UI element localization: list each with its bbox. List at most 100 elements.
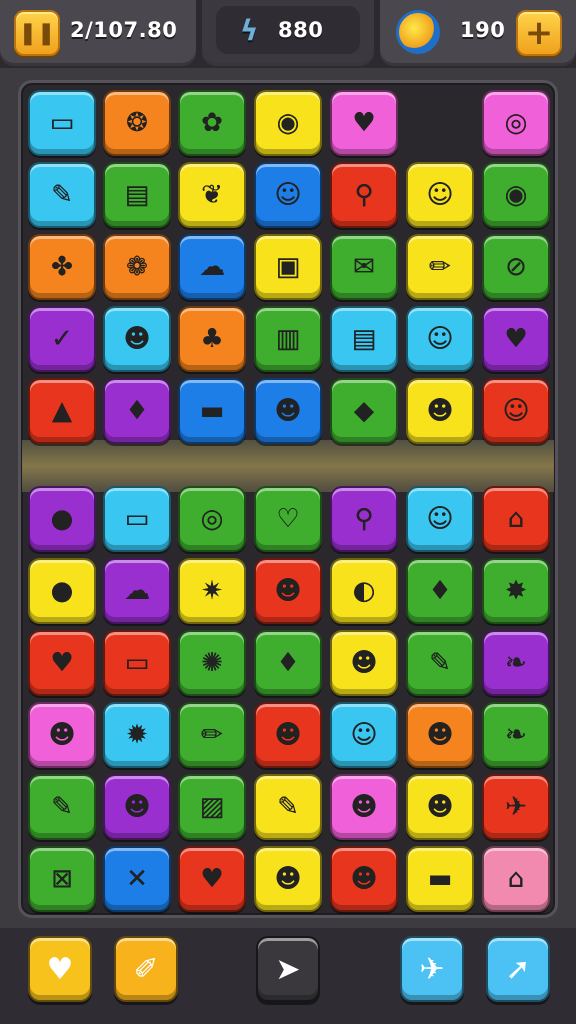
tile-star-burst[interactable]: ✸	[482, 558, 550, 624]
tile-tan-face[interactable]: ☻	[406, 774, 474, 840]
tile-tomato-face[interactable]: ☻	[330, 630, 398, 696]
tile-pink-heart[interactable]: ♥	[178, 846, 246, 912]
gem-icon	[396, 10, 440, 54]
tile-crayon[interactable]: ✏	[178, 702, 246, 768]
pointer-booster-button[interactable]: ➚	[486, 936, 550, 1002]
tile-check-leaf[interactable]: ✓	[28, 306, 96, 372]
tile-balloon[interactable]: ♦	[103, 378, 171, 444]
tile-ring[interactable]: ◎	[178, 486, 246, 552]
tile-bag[interactable]: ▣	[254, 234, 322, 300]
tile-gold-leaf[interactable]: ❧	[482, 630, 550, 696]
moves-panel: ϟ 880	[202, 0, 374, 66]
tile-torch[interactable]: ❧	[482, 702, 550, 768]
rocket-booster-button[interactable]: ✈	[400, 936, 464, 1002]
heart-icon: ♥	[504, 324, 528, 354]
tile-magnifier[interactable]: ⚲	[330, 486, 398, 552]
tile-flower[interactable]: ✿	[178, 90, 246, 156]
tile-sun[interactable]: ✺	[178, 630, 246, 696]
tile-red-face[interactable]: ☻	[330, 846, 398, 912]
tile-brown-face[interactable]: ☻	[254, 558, 322, 624]
tile-calendar[interactable]: ▤	[103, 162, 171, 228]
tile-notepad[interactable]: ▤	[330, 306, 398, 372]
tile-tree[interactable]: ♣	[178, 306, 246, 372]
tile-egg[interactable]: ◐	[330, 558, 398, 624]
tile-house-chart[interactable]: ⌂	[482, 486, 550, 552]
tile-onion-face[interactable]: ☻	[103, 306, 171, 372]
tile-heart[interactable]: ♥	[482, 306, 550, 372]
tile-bunny[interactable]: ▭	[28, 90, 96, 156]
tile-mute[interactable]: ⊠	[28, 846, 96, 912]
car-icon: ▲	[52, 396, 72, 426]
tile-bottles[interactable]: ▥	[254, 306, 322, 372]
tile-jet[interactable]: ✈	[482, 774, 550, 840]
gray-face-icon: ●	[50, 576, 74, 606]
tile-happy[interactable]: ☺	[482, 378, 550, 444]
tile-pink-face[interactable]: ☻	[254, 378, 322, 444]
frog-icon: ☻	[426, 720, 454, 750]
tile-marker[interactable]: ✎	[406, 630, 474, 696]
tile-pink-blob[interactable]: ☻	[330, 774, 398, 840]
tile-target[interactable]: ◉	[254, 90, 322, 156]
tile-smiley[interactable]: ☺	[254, 162, 322, 228]
tile-note[interactable]: ✉	[330, 234, 398, 300]
cookie-face-icon: ☻	[123, 792, 151, 822]
tile-robot[interactable]: ◉	[482, 162, 550, 228]
tile-gear-flower[interactable]: ✷	[178, 558, 246, 624]
tile-green-blob[interactable]: ☻	[28, 702, 96, 768]
tile-house-bars[interactable]: ⌂	[482, 846, 550, 912]
tile-leaf[interactable]: ❦	[178, 162, 246, 228]
tile-car[interactable]: ▲	[28, 378, 96, 444]
tile-cookie-face[interactable]: ☻	[103, 774, 171, 840]
notepad-icon: ▤	[351, 324, 377, 354]
tile-cloud[interactable]: ☁	[103, 558, 171, 624]
tile-swirl[interactable]: ❂	[103, 90, 171, 156]
tile-battery[interactable]: ▬	[406, 846, 474, 912]
palette-icon: ☁	[199, 252, 225, 282]
tile-grumpy-face[interactable]: ☻	[254, 702, 322, 768]
tile-dark-face[interactable]: ●	[28, 486, 96, 552]
smiley-icon: ☺	[274, 180, 302, 210]
tile-blob-face[interactable]: ☺	[406, 306, 474, 372]
tile-apple[interactable]: ♦	[406, 558, 474, 624]
tile-lollipop-heart[interactable]: ♥	[28, 630, 96, 696]
tile-pin[interactable]: ⚲	[330, 162, 398, 228]
gems-value: 190	[460, 18, 506, 42]
add-gems-button[interactable]: +	[516, 10, 562, 56]
tile-yellow-face[interactable]: ☺	[330, 702, 398, 768]
shuffle-booster-button[interactable]: ✐	[114, 936, 178, 1002]
tile-sky-face[interactable]: ☺	[406, 486, 474, 552]
tile-icecream[interactable]: ✎	[254, 774, 322, 840]
tile-green-monster[interactable]: ☻	[254, 846, 322, 912]
tile-feather[interactable]: ◆	[330, 378, 398, 444]
gear-flower-icon: ✷	[201, 576, 223, 606]
pink-blob-icon: ☻	[350, 792, 378, 822]
pause-icon[interactable]: ❚❚	[14, 10, 60, 56]
tile-palette[interactable]: ☁	[178, 234, 246, 300]
tile-radio[interactable]: ▭	[103, 486, 171, 552]
tile-heart-outline[interactable]: ♡	[254, 486, 322, 552]
tile-pen[interactable]: ✎	[28, 774, 96, 840]
tile-frog[interactable]: ☻	[406, 702, 474, 768]
bird-icon: ☻	[426, 396, 454, 426]
hint-button[interactable]: ➤	[256, 936, 320, 1002]
tile-flag[interactable]: ▬	[178, 378, 246, 444]
tile-sun-flower[interactable]: ❁	[103, 234, 171, 300]
face-icon: ☺	[426, 180, 454, 210]
heart-booster-button[interactable]: ♥	[28, 936, 92, 1002]
tile-chart[interactable]: ▨	[178, 774, 246, 840]
tile-maple-leaf[interactable]: ✤	[28, 234, 96, 300]
cog-icon: ✹	[126, 720, 148, 750]
tile-donut[interactable]: ◎	[482, 90, 550, 156]
tile-tape[interactable]: ▭	[103, 630, 171, 696]
tile-cog[interactable]: ✹	[103, 702, 171, 768]
tile-bird[interactable]: ☻	[406, 378, 474, 444]
tile-face[interactable]: ☺	[406, 162, 474, 228]
ring-icon: ◎	[200, 504, 224, 534]
tile-heart-bubble[interactable]: ♥	[330, 90, 398, 156]
tile-mic[interactable]: ✎	[28, 162, 96, 228]
tile-pencil[interactable]: ✏	[406, 234, 474, 300]
tile-cross[interactable]: ✕	[103, 846, 171, 912]
tile-paint-brush[interactable]: ♦	[254, 630, 322, 696]
tile-ban[interactable]: ⊘	[482, 234, 550, 300]
tile-gray-face[interactable]: ●	[28, 558, 96, 624]
